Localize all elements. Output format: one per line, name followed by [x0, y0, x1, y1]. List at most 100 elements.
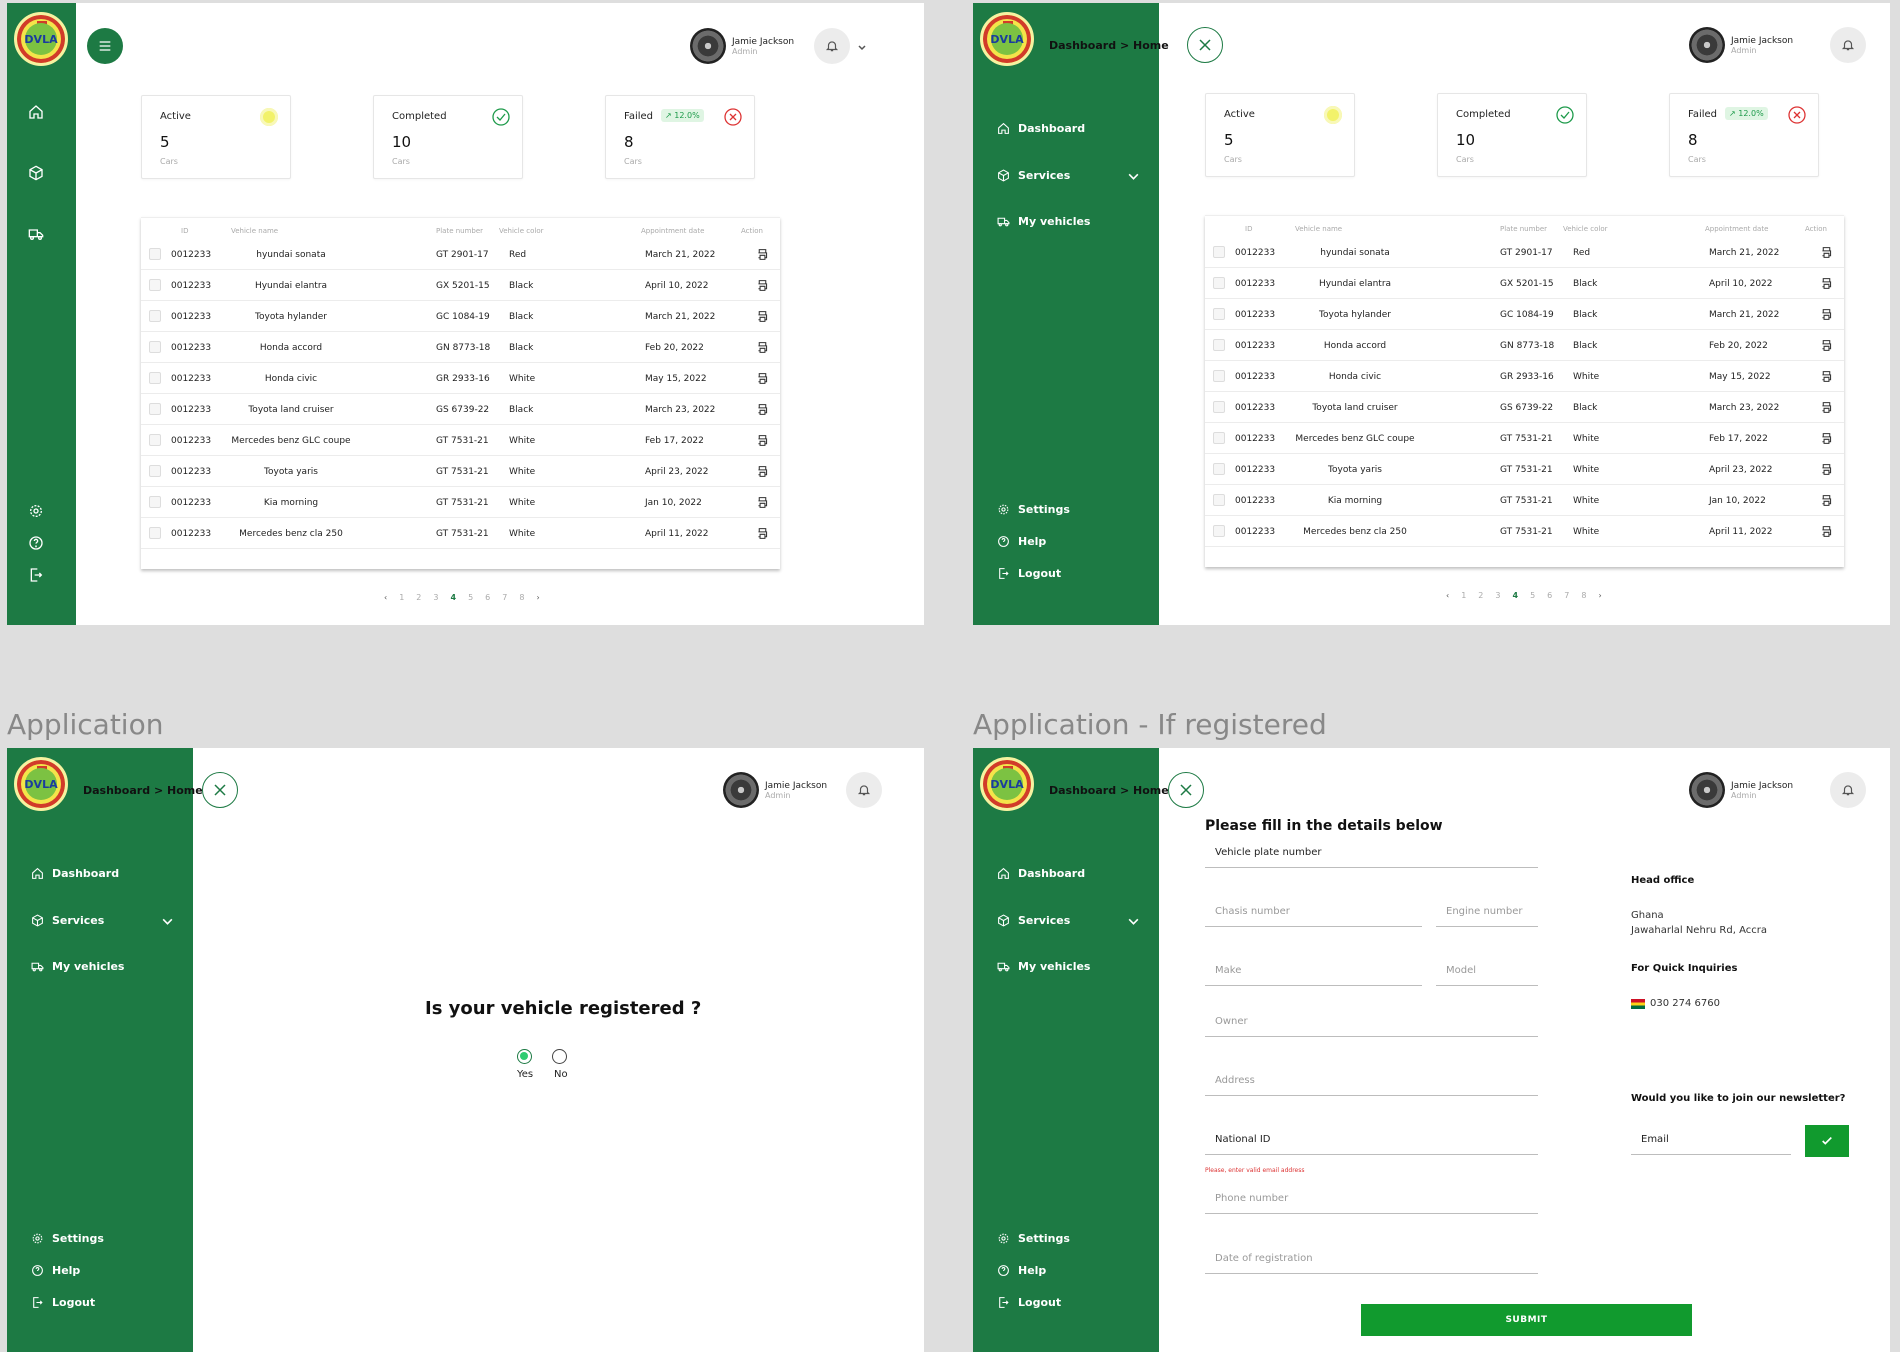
sidebar-item-my-vehicles[interactable]: My vehicles — [997, 960, 1090, 973]
sidebar-item-dashboard[interactable]: Dashboard — [31, 867, 119, 880]
table-row[interactable]: 0012233 Kia morning GT 7531-21 White Jan 10,… — [141, 488, 780, 518]
close-sidebar-button[interactable] — [202, 772, 238, 808]
header-action[interactable]: Action — [741, 227, 763, 235]
sidebar-item-settings[interactable]: Settings — [997, 503, 1070, 516]
printer-icon[interactable] — [1820, 525, 1833, 538]
radio-yes[interactable] — [517, 1049, 532, 1064]
printer-icon[interactable] — [756, 372, 769, 385]
hamburger-menu-button[interactable] — [87, 28, 123, 64]
chevron-down-icon[interactable] — [857, 43, 867, 53]
table-row[interactable]: 0012233 Toyota yaris GT 7531-21 White April … — [1205, 455, 1844, 485]
sidebar-item-logout[interactable]: Logout — [31, 1296, 95, 1309]
sidebar-item-services[interactable]: Services — [997, 914, 1139, 927]
pagination-next-icon[interactable]: › — [1598, 591, 1601, 600]
national-id-input[interactable] — [1205, 1128, 1538, 1151]
table-row[interactable]: 0012233 Honda accord GN 8773-18 Black Feb 20… — [1205, 331, 1844, 361]
help-icon[interactable] — [28, 535, 48, 555]
breadcrumb-parent[interactable]: Dashboard — [83, 784, 150, 797]
table-row[interactable]: 0012233 Toyota yaris GT 7531-21 White April … — [141, 457, 780, 487]
user-profile[interactable]: Jamie Jackson Admin — [723, 772, 827, 808]
row-checkbox[interactable] — [149, 403, 161, 415]
header-vehicle-color[interactable]: Vehicle color — [1563, 225, 1608, 233]
page-link[interactable]: 3 — [433, 593, 438, 602]
header-appointment-date[interactable]: Appointment date — [641, 227, 704, 235]
newsletter-submit-button[interactable] — [1805, 1125, 1849, 1157]
row-checkbox[interactable] — [1213, 339, 1225, 351]
page-link[interactable]: 4 — [1512, 591, 1518, 600]
address-input[interactable] — [1205, 1069, 1538, 1092]
pagination-next-icon[interactable]: › — [536, 593, 539, 602]
row-checkbox[interactable] — [1213, 370, 1225, 382]
page-link[interactable]: 3 — [1495, 591, 1500, 600]
page-link[interactable]: 6 — [485, 593, 490, 602]
phone-input[interactable] — [1205, 1187, 1538, 1210]
page-link[interactable]: 1 — [1461, 591, 1466, 600]
sidebar-item-logout[interactable]: Logout — [997, 567, 1061, 580]
printer-icon[interactable] — [756, 465, 769, 478]
sidebar-item-dashboard[interactable]: Dashboard — [997, 122, 1085, 135]
header-vehicle-name[interactable]: Vehicle name — [1295, 225, 1342, 233]
printer-icon[interactable] — [756, 310, 769, 323]
row-checkbox[interactable] — [149, 248, 161, 260]
printer-icon[interactable] — [1820, 401, 1833, 414]
table-row[interactable]: 0012233 Hyundai elantra GX 5201-15 Black Apr… — [1205, 269, 1844, 299]
printer-icon[interactable] — [1820, 308, 1833, 321]
printer-icon[interactable] — [756, 496, 769, 509]
table-row[interactable]: 0012233 Mercedes benz cla 250 GT 7531-21 Wh… — [1205, 517, 1844, 547]
sidebar-item-help[interactable]: Help — [997, 1264, 1046, 1277]
chassis-field[interactable] — [1205, 899, 1422, 927]
row-checkbox[interactable] — [149, 341, 161, 353]
notifications-button[interactable] — [1830, 772, 1866, 808]
sidebar-item-my-vehicles[interactable]: My vehicles — [31, 960, 124, 973]
plate-field[interactable] — [1205, 840, 1538, 868]
logout-icon[interactable] — [28, 567, 48, 587]
breadcrumb-parent[interactable]: Dashboard — [1049, 784, 1116, 797]
header-action[interactable]: Action — [1805, 225, 1827, 233]
owner-input[interactable] — [1205, 1010, 1538, 1033]
printer-icon[interactable] — [1820, 277, 1833, 290]
sidebar-item-services[interactable]: Services — [997, 169, 1139, 182]
row-checkbox[interactable] — [1213, 308, 1225, 320]
table-row[interactable]: 0012233 Hyundai elantra GX 5201-15 Black Apr… — [141, 271, 780, 301]
printer-icon[interactable] — [1820, 370, 1833, 383]
table-row[interactable]: 0012233 Toyota land cruiser GS 6739-22 Blac… — [1205, 393, 1844, 423]
header-plate-number[interactable]: Plate number — [1500, 225, 1547, 233]
printer-icon[interactable] — [756, 403, 769, 416]
address-field[interactable] — [1205, 1068, 1538, 1096]
chassis-input[interactable] — [1205, 900, 1422, 923]
table-row[interactable]: 0012233 Toyota hylander GC 1084-19 Black Mar… — [1205, 300, 1844, 330]
printer-icon[interactable] — [1820, 432, 1833, 445]
notifications-button[interactable] — [814, 28, 850, 64]
chevron-down-icon[interactable] — [1127, 915, 1140, 928]
header-appointment-date[interactable]: Appointment date — [1705, 225, 1768, 233]
dvla-logo[interactable]: DVLA — [14, 757, 68, 811]
header-vehicle-color[interactable]: Vehicle color — [499, 227, 544, 235]
header-id[interactable]: ID — [181, 227, 188, 235]
printer-icon[interactable] — [756, 434, 769, 447]
cube-icon[interactable] — [28, 165, 48, 185]
table-row[interactable]: 0012233 Mercedes benz GLC coupe GT 7531-21… — [1205, 424, 1844, 454]
sidebar-item-help[interactable]: Help — [31, 1264, 80, 1277]
pagination-prev-icon[interactable]: ‹ — [1446, 591, 1449, 600]
truck-icon[interactable] — [28, 226, 48, 246]
printer-icon[interactable] — [756, 279, 769, 292]
header-plate-number[interactable]: Plate number — [436, 227, 483, 235]
row-checkbox[interactable] — [1213, 246, 1225, 258]
printer-icon[interactable] — [1820, 494, 1833, 507]
page-link[interactable]: 5 — [468, 593, 473, 602]
national-id-field[interactable] — [1205, 1127, 1538, 1155]
printer-icon[interactable] — [756, 341, 769, 354]
row-checkbox[interactable] — [149, 372, 161, 384]
page-link[interactable]: 5 — [1530, 591, 1535, 600]
dvla-logo[interactable]: DVLA — [980, 757, 1034, 811]
radio-no[interactable] — [552, 1049, 567, 1064]
inquiry-phone[interactable]: 030 274 6760 — [1650, 998, 1720, 1009]
user-profile[interactable]: Jamie Jackson Admin — [1689, 27, 1793, 63]
header-id[interactable]: ID — [1245, 225, 1252, 233]
date-registration-field[interactable] — [1205, 1246, 1538, 1274]
make-field[interactable] — [1205, 958, 1422, 986]
pagination-prev-icon[interactable]: ‹ — [384, 593, 387, 602]
row-checkbox[interactable] — [149, 496, 161, 508]
chevron-down-icon[interactable] — [1127, 170, 1140, 183]
sidebar-item-dashboard[interactable]: Dashboard — [997, 867, 1085, 880]
